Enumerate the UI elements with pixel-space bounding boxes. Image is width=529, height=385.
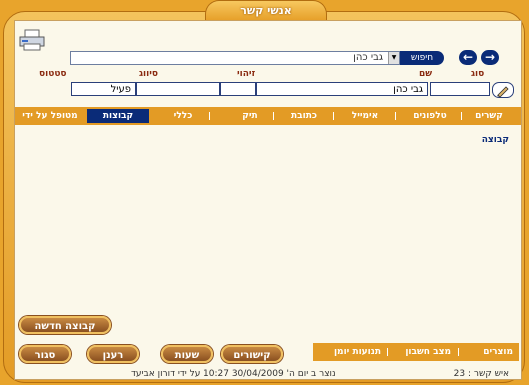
id-field[interactable] (220, 82, 256, 96)
tab-address[interactable]: כתובת (279, 107, 329, 125)
footer-divider (458, 348, 459, 356)
tab-divider (395, 112, 396, 120)
tab-phones[interactable]: טלפונים (401, 107, 459, 125)
label-name: שם (419, 69, 433, 79)
pencil-icon[interactable] (492, 82, 514, 98)
refresh-button[interactable]: רענן (87, 345, 139, 363)
hours-button[interactable]: שעות (161, 345, 213, 363)
arrow-left-icon: ← (462, 50, 474, 64)
label-status: סטטוס (39, 69, 67, 79)
main-panel: → ← חיפוש ▼ גבי כהן סוג שם זיהוי סיווג ס… (14, 20, 522, 380)
footer-link-account-status[interactable]: מצב חשבון (405, 343, 451, 361)
tab-bar: קשרים טלפונים אימייל כתובת תיק כללי קבוצ… (15, 107, 521, 125)
arrow-right-icon: → (484, 50, 496, 64)
type-field[interactable] (430, 82, 490, 96)
footer-link-products[interactable]: מוצרים (483, 343, 513, 361)
tab-groups[interactable]: קבוצות (87, 109, 149, 123)
chevron-down-icon[interactable]: ▼ (388, 52, 399, 64)
footer-link-journal[interactable]: תנועות יומן (334, 343, 381, 361)
status-contact-id: איש קשר : 23 (453, 369, 509, 379)
search-select[interactable]: ▼ גבי כהן (70, 51, 400, 65)
status-created: נוצר ב יום ה' 30/04/2009 10:27 (203, 369, 336, 379)
tab-handled-by[interactable]: מטופל על ידי (17, 107, 83, 125)
tab-general[interactable]: כללי (163, 107, 203, 125)
tab-email[interactable]: אימייל (341, 107, 389, 125)
forward-button[interactable]: → (481, 50, 499, 65)
label-id: זיהוי (237, 69, 256, 79)
tab-links[interactable]: קשרים (463, 107, 515, 125)
printer-icon[interactable] (19, 29, 45, 51)
name-field[interactable]: גבי כהן (256, 82, 428, 96)
tab-divider (461, 112, 462, 120)
footer-links-bar: מוצרים מצב חשבון תנועות יומן (313, 343, 519, 361)
tab-divider (209, 112, 210, 120)
back-button[interactable]: ← (459, 50, 477, 65)
new-group-button[interactable]: קבוצה חדשה (19, 316, 111, 334)
status-created-by: על ידי דורון אביעד (131, 369, 201, 379)
label-classification: סיווג (139, 69, 158, 79)
footer-divider (387, 348, 388, 356)
label-type: סוג (471, 69, 485, 79)
tab-divider (333, 112, 334, 120)
tab-divider (273, 112, 274, 120)
tab-file[interactable]: תיק (233, 107, 267, 125)
close-button[interactable]: סגור (19, 345, 71, 363)
status-field[interactable]: פעיל (71, 82, 136, 96)
groups-column-header: קבוצה (481, 135, 509, 145)
search-button[interactable]: חיפוש (400, 51, 444, 65)
links-button[interactable]: קישורים (221, 345, 283, 363)
search-value: גבי כהן (353, 52, 383, 63)
classification-field[interactable] (136, 82, 220, 96)
